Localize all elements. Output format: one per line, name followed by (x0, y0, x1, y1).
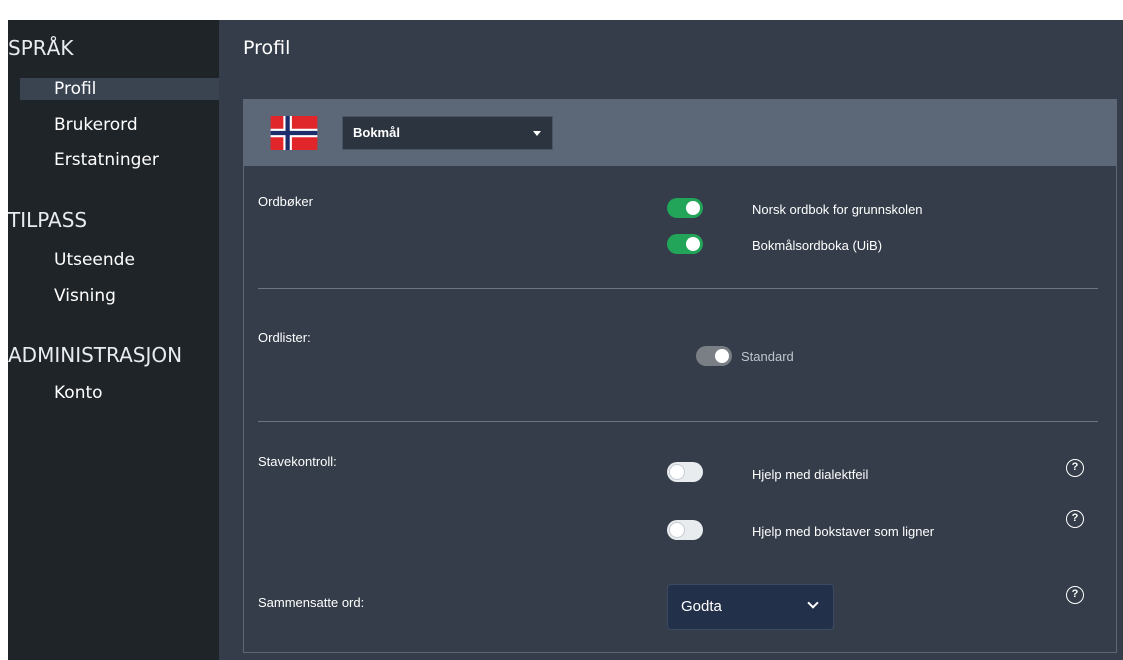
spellcheck-label: Stavekontroll: (258, 454, 337, 469)
compound-words-label: Sammensatte ord: (258, 595, 365, 610)
help-icon[interactable]: ? (1066, 510, 1084, 528)
compound-words-select[interactable]: Godta (667, 584, 834, 630)
sidebar-section-title-tilpass: TILPASS (8, 208, 88, 232)
sidebar-section-title-sprak: SPRÅK (8, 36, 74, 60)
toggle-bokstaver-som-ligner[interactable] (667, 520, 703, 540)
option-label-bokstaver-som-ligner: Hjelp med bokstaver som ligner (752, 524, 935, 539)
section-divider (258, 288, 1098, 289)
toggle-knob (686, 201, 700, 215)
sidebar-item-profil[interactable]: Profil (20, 78, 219, 100)
sidebar-item-utseende[interactable]: Utseende (20, 249, 219, 271)
sidebar-item-konto[interactable]: Konto (20, 382, 219, 404)
sidebar-item-erstatninger[interactable]: Erstatninger (20, 149, 219, 171)
norway-flag-icon (270, 116, 318, 150)
sidebar-item-visning[interactable]: Visning (20, 285, 219, 307)
toggle-knob (686, 237, 700, 251)
toggle-dialektfeil[interactable] (667, 462, 703, 482)
wordlists-label: Ordlister: (258, 330, 311, 345)
option-label-standard: Standard (741, 349, 794, 364)
toggle-bokmalsordboka[interactable] (667, 234, 703, 254)
page-title: Profil (243, 37, 291, 59)
toggle-knob (670, 465, 684, 479)
dictionaries-label: Ordbøker (258, 194, 313, 209)
main-content: Profil Bokmål Ordbøker Norsk ordbok for … (219, 20, 1123, 660)
chevron-down-icon (807, 597, 819, 609)
sidebar-section-title-administrasjon: ADMINISTRASJON (8, 343, 183, 367)
option-label-dialektfeil: Hjelp med dialektfeil (752, 467, 869, 482)
sidebar: SPRÅK Profil Brukerord Erstatninger TILP… (8, 20, 219, 660)
compound-words-select-value: Godta (681, 598, 722, 615)
toggle-norsk-ordbok[interactable] (667, 198, 703, 218)
sidebar-item-brukerord[interactable]: Brukerord (20, 114, 219, 136)
language-select-value: Bokmål (353, 125, 400, 140)
language-select[interactable]: Bokmål (342, 116, 553, 150)
toggle-standard-wordlist[interactable] (696, 346, 732, 366)
help-icon[interactable]: ? (1066, 459, 1084, 477)
help-icon[interactable]: ? (1066, 586, 1084, 604)
caret-down-icon (533, 131, 541, 136)
profile-card: Bokmål Ordbøker Norsk ordbok for grunnsk… (243, 99, 1117, 653)
option-label-norsk-ordbok: Norsk ordbok for grunnskolen (752, 202, 923, 217)
section-divider (258, 421, 1098, 422)
toggle-knob (670, 523, 684, 537)
app-window: SPRÅK Profil Brukerord Erstatninger TILP… (8, 20, 1123, 660)
language-header: Bokmål (244, 100, 1116, 166)
option-label-bokmalsordboka: Bokmålsordboka (UiB) (752, 238, 883, 253)
toggle-knob (715, 349, 729, 363)
